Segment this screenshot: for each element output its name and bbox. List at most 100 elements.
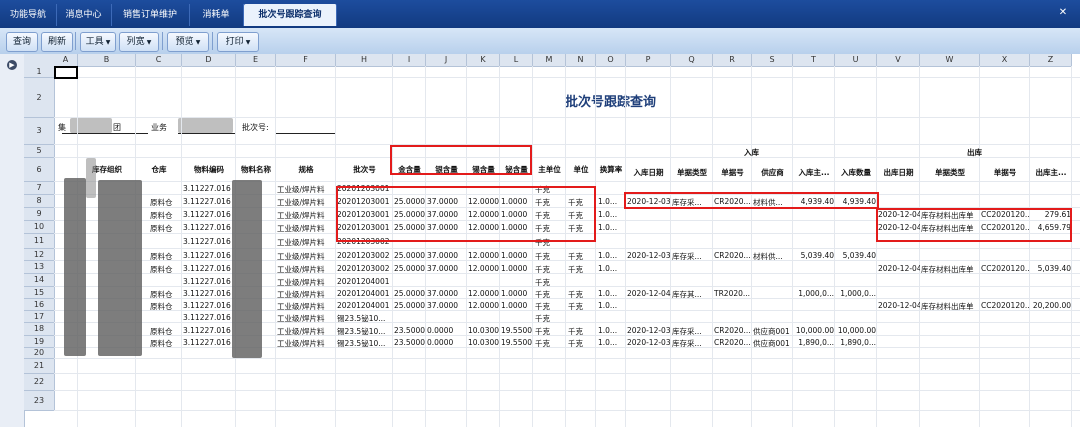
preview-button[interactable]: 预览 ▼: [167, 32, 209, 52]
row-header-23[interactable]: 23: [24, 391, 55, 411]
header-material_name: 物料名称: [241, 165, 271, 174]
column-header-r[interactable]: R: [713, 54, 752, 67]
unit-cell: 千克: [568, 302, 583, 311]
grid-hline: [54, 260, 1080, 261]
batch-cell: 20201204001: [337, 301, 390, 310]
redacted-area: [64, 178, 86, 356]
row-header-3[interactable]: 3: [24, 118, 55, 145]
column-header-w[interactable]: W: [920, 54, 980, 67]
column-header-n[interactable]: N: [566, 54, 596, 67]
tools-button[interactable]: 工具 ▼: [80, 32, 116, 52]
toolbar: 查询 刷新 工具 ▼ 列宽 ▼ 预览 ▼ 打印 ▼: [0, 28, 1080, 55]
column-header-b[interactable]: B: [78, 54, 136, 67]
tab-messages[interactable]: 消息中心: [56, 4, 112, 26]
row-header-2[interactable]: 2: [24, 78, 55, 118]
close-icon[interactable]: ✕: [1056, 6, 1070, 20]
tab-sales-order[interactable]: 销售订单维护: [111, 4, 190, 26]
column-header-x[interactable]: X: [980, 54, 1030, 67]
column-width-button[interactable]: 列宽 ▼: [119, 32, 159, 52]
refresh-button[interactable]: 刷新: [41, 32, 73, 52]
column-header-c[interactable]: C: [136, 54, 182, 67]
column-header-q[interactable]: Q: [671, 54, 713, 67]
header-batch: 批次号: [353, 165, 376, 174]
report-title: 批次号跟踪查询: [565, 95, 657, 110]
column-header-h[interactable]: H: [336, 54, 393, 67]
tab-batch-tracking[interactable]: 批次号跟踪查询: [244, 4, 337, 26]
highlight-inbound-box: [624, 192, 879, 209]
row-header-7[interactable]: 7: [24, 182, 55, 195]
row-header-21[interactable]: 21: [24, 359, 55, 374]
batch-cell: 20201204001: [337, 277, 390, 286]
batch-cell: 锡23.5铋10...: [337, 327, 386, 336]
out-type-cell: 库存材料出库单: [921, 265, 974, 274]
column-header-d[interactable]: D: [182, 54, 236, 67]
spec-cell: 工业级/焊片料: [277, 314, 325, 323]
row-header-18[interactable]: 18: [24, 323, 55, 336]
grid-hline: [54, 298, 1080, 299]
column-header-o[interactable]: O: [596, 54, 626, 67]
in-date-cell: 2020-12-03: [627, 251, 671, 260]
material-code-cell: 3.11227.016: [183, 338, 231, 347]
warehouse-cell: 原料仓: [150, 339, 173, 348]
column-header-z[interactable]: Z: [1030, 54, 1072, 67]
column-header-e[interactable]: E: [236, 54, 276, 67]
column-header-i[interactable]: I: [393, 54, 426, 67]
row-header-12[interactable]: 12: [24, 249, 55, 261]
column-header-k[interactable]: K: [467, 54, 500, 67]
out-date-cell: 2020-12-04: [878, 301, 920, 310]
row-header-20[interactable]: 20: [24, 348, 55, 359]
column-header-f[interactable]: F: [276, 54, 336, 67]
column-header-u[interactable]: U: [835, 54, 877, 67]
tab-navigation[interactable]: 功能导航: [0, 4, 57, 26]
expand-icon[interactable]: ▶: [7, 60, 17, 70]
row-header-9[interactable]: 9: [24, 208, 55, 221]
main-unit-cell: 千克: [535, 265, 550, 274]
print-button[interactable]: 打印 ▼: [217, 32, 259, 52]
conv-cell: 1.0...: [598, 264, 618, 273]
column-header-t[interactable]: T: [793, 54, 835, 67]
row-header-15[interactable]: 15: [24, 287, 55, 299]
grid-hline: [54, 181, 1080, 182]
column-header-s[interactable]: S: [752, 54, 793, 67]
column-header-l[interactable]: L: [500, 54, 533, 67]
row-header-13[interactable]: 13: [24, 261, 55, 274]
row-header-19[interactable]: 19: [24, 336, 55, 348]
header-material_code: 物料编码: [194, 165, 224, 174]
query-button[interactable]: 查询: [6, 32, 38, 52]
row-header-6[interactable]: 6: [24, 158, 55, 182]
tools-label: 工具: [85, 37, 104, 47]
spec-cell: 工业级/焊片料: [277, 211, 325, 220]
row-header-8[interactable]: 8: [24, 195, 55, 208]
row-header-16[interactable]: 16: [24, 299, 55, 311]
out-type-cell: 库存材料出库单: [921, 302, 974, 311]
row-header-14[interactable]: 14: [24, 274, 55, 287]
column-header-m[interactable]: M: [533, 54, 566, 67]
grid-hline: [54, 322, 1080, 323]
material-code-cell: 3.11227.016: [183, 289, 231, 298]
row-header-22[interactable]: 22: [24, 374, 55, 391]
column-header-p[interactable]: P: [626, 54, 671, 67]
selected-cell-a1[interactable]: [54, 66, 78, 79]
filter-business-label: 业务: [151, 123, 167, 132]
row-header-17[interactable]: 17: [24, 311, 55, 323]
material-code-cell: 3.11227.016: [183, 251, 231, 260]
unit-cell: 千克: [568, 327, 583, 336]
unit-cell: 千克: [568, 265, 583, 274]
unit-cell: 千克: [568, 290, 583, 299]
row-header-1[interactable]: 1: [24, 66, 55, 78]
material-code-cell: 3.11227.016: [183, 301, 231, 310]
column-header-v[interactable]: V: [877, 54, 920, 67]
row-header-10[interactable]: 10: [24, 221, 55, 234]
row-header-5[interactable]: 5: [24, 145, 55, 158]
material-code-cell: 3.11227.016: [183, 237, 231, 246]
tab-consumption[interactable]: 消耗单: [189, 4, 244, 26]
filter-business-underline: [178, 133, 236, 134]
filter-batch-underline: [276, 133, 336, 134]
in-type-cell: 库存采...: [672, 339, 702, 348]
in-main-cell: 1,890,0...: [798, 338, 834, 347]
batch-cell: 20201203002: [337, 251, 390, 260]
in-qty-cell: 1,000,0...: [840, 289, 876, 298]
column-header-j[interactable]: J: [426, 54, 467, 67]
batch-cell: 20201204001: [337, 289, 390, 298]
row-header-11[interactable]: 11: [24, 234, 55, 249]
